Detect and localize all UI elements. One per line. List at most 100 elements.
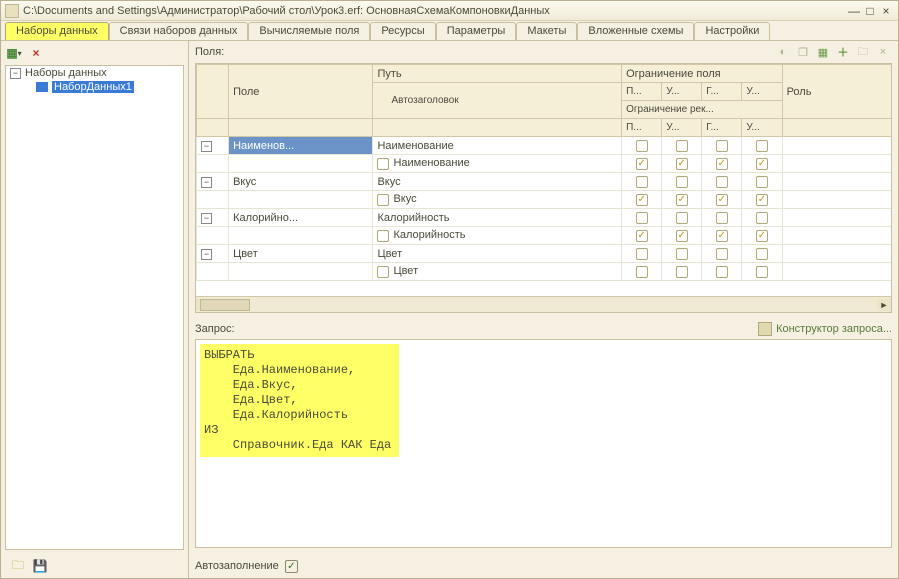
checkbox[interactable] — [756, 158, 768, 170]
fields-btn-6[interactable]: × — [874, 43, 892, 61]
close-button[interactable]: × — [878, 4, 894, 18]
checkbox[interactable] — [756, 194, 768, 206]
checkbox[interactable] — [716, 176, 728, 188]
cell-path[interactable]: Калорийность — [373, 209, 622, 227]
cell-autotitle[interactable]: Наименование — [373, 155, 622, 173]
cell-autotitle[interactable]: Калорийность — [373, 227, 622, 245]
checkbox[interactable] — [676, 158, 688, 170]
table-subrow[interactable]: Калорийность — [197, 227, 892, 245]
checkbox[interactable] — [377, 266, 389, 278]
tree-item-dataset1[interactable]: НаборДанных1 — [6, 80, 183, 94]
checkbox[interactable] — [716, 230, 728, 242]
checkbox[interactable] — [636, 212, 648, 224]
checkbox[interactable] — [676, 140, 688, 152]
tab-datasets[interactable]: Наборы данных — [5, 22, 109, 40]
cell-field[interactable]: Калорийно... — [229, 209, 373, 227]
cell-path[interactable]: Цвет — [373, 245, 622, 263]
col-path[interactable]: Путь — [373, 65, 622, 83]
tab-calc-fields[interactable]: Вычисляемые поля — [248, 22, 370, 40]
fields-btn-1[interactable]: ◐ — [774, 43, 792, 61]
fields-btn-5[interactable]: 🗀 — [854, 43, 872, 61]
checkbox[interactable] — [716, 212, 728, 224]
fields-btn-4[interactable]: ＋ — [834, 43, 852, 61]
checkbox[interactable] — [636, 194, 648, 206]
checkbox[interactable] — [716, 194, 728, 206]
checkbox[interactable] — [377, 194, 389, 206]
checkbox[interactable] — [676, 248, 688, 260]
tab-params[interactable]: Параметры — [436, 22, 517, 40]
col-autotitle[interactable]: Автозаголовок — [373, 83, 622, 119]
cell-field[interactable]: Вкус — [229, 173, 373, 191]
checkbox[interactable] — [636, 140, 648, 152]
save-button[interactable]: 💾 — [31, 557, 49, 575]
checkbox[interactable] — [756, 230, 768, 242]
table-subrow[interactable]: Наименование — [197, 155, 892, 173]
fields-grid[interactable]: Поле Путь Ограничение поля Роль Выражени… — [195, 63, 892, 313]
checkbox[interactable] — [636, 266, 648, 278]
cell-path[interactable]: Наименование — [373, 137, 622, 155]
table-row[interactable]: − ВкусВкус — [197, 173, 892, 191]
query-editor[interactable]: ВЫБРАТЬ Еда.Наименование, Еда.Вкус, Еда.… — [195, 339, 892, 548]
checkbox[interactable] — [756, 140, 768, 152]
cell-autotitle[interactable]: Цвет — [373, 263, 622, 281]
row-collapse-icon[interactable]: − — [201, 141, 212, 152]
col-role[interactable]: Роль — [782, 65, 891, 119]
checkbox[interactable] — [716, 248, 728, 260]
minimize-button[interactable]: — — [846, 4, 862, 18]
tree-root[interactable]: − Наборы данных — [6, 66, 183, 80]
add-dataset-button[interactable]: ▦▾ — [5, 44, 23, 62]
scroll-right-icon[interactable]: ► — [877, 299, 891, 311]
fields-btn-2[interactable]: ❐ — [794, 43, 812, 61]
col-field[interactable]: Поле — [229, 65, 373, 119]
checkbox[interactable] — [676, 176, 688, 188]
tab-layouts[interactable]: Макеты — [516, 22, 577, 40]
col-restrict-req[interactable]: Ограничение рек... — [622, 101, 782, 119]
checkbox[interactable] — [636, 230, 648, 242]
checkbox[interactable] — [636, 176, 648, 188]
row-collapse-icon[interactable]: − — [201, 177, 212, 188]
checkbox[interactable] — [756, 266, 768, 278]
cell-path[interactable]: Вкус — [373, 173, 622, 191]
table-subrow[interactable]: Вкус — [197, 191, 892, 209]
x-icon: × — [32, 46, 39, 60]
tab-links[interactable]: Связи наборов данных — [109, 22, 249, 40]
delete-dataset-button[interactable]: × — [27, 44, 45, 62]
checkbox[interactable] — [716, 158, 728, 170]
cell-field[interactable]: Наименов... — [229, 137, 373, 155]
cell-autotitle[interactable]: Вкус — [373, 191, 622, 209]
cell-field[interactable]: Цвет — [229, 245, 373, 263]
checkbox[interactable] — [676, 194, 688, 206]
checkbox[interactable] — [377, 158, 389, 170]
checkbox[interactable] — [676, 266, 688, 278]
dataset-tree[interactable]: − Наборы данных НаборДанных1 — [5, 65, 184, 550]
table-row[interactable]: − ЦветЦвет — [197, 245, 892, 263]
grid-h-scrollbar[interactable]: ◄ ► — [196, 296, 891, 312]
table-row[interactable]: − Калорийно...Калорийность — [197, 209, 892, 227]
checkbox[interactable] — [636, 248, 648, 260]
table-row[interactable]: − Наименов...Наименование — [197, 137, 892, 155]
checkbox[interactable] — [716, 140, 728, 152]
checkbox[interactable] — [756, 176, 768, 188]
checkbox[interactable] — [636, 158, 648, 170]
checkbox[interactable] — [756, 248, 768, 260]
scroll-thumb[interactable] — [200, 299, 250, 311]
checkbox[interactable] — [377, 230, 389, 242]
row-collapse-icon[interactable]: − — [201, 213, 212, 224]
checkbox[interactable] — [676, 230, 688, 242]
table-subrow[interactable]: Цвет — [197, 263, 892, 281]
tab-resources[interactable]: Ресурсы — [370, 22, 435, 40]
open-folder-button[interactable]: 🗀 — [9, 557, 27, 575]
row-collapse-icon[interactable]: − — [201, 249, 212, 260]
collapse-icon[interactable]: − — [10, 68, 21, 79]
checkbox[interactable] — [676, 212, 688, 224]
tab-settings[interactable]: Настройки — [694, 22, 770, 40]
save-icon: 💾 — [33, 559, 48, 573]
col-restrict-field[interactable]: Ограничение поля — [622, 65, 782, 83]
fields-btn-3[interactable]: ▦ — [814, 43, 832, 61]
checkbox[interactable] — [756, 212, 768, 224]
checkbox[interactable] — [716, 266, 728, 278]
tab-nested[interactable]: Вложенные схемы — [577, 22, 694, 40]
query-builder-button[interactable]: Конструктор запроса... — [758, 322, 892, 336]
maximize-button[interactable]: □ — [862, 4, 878, 18]
autofill-checkbox[interactable]: ✓ — [285, 560, 298, 573]
